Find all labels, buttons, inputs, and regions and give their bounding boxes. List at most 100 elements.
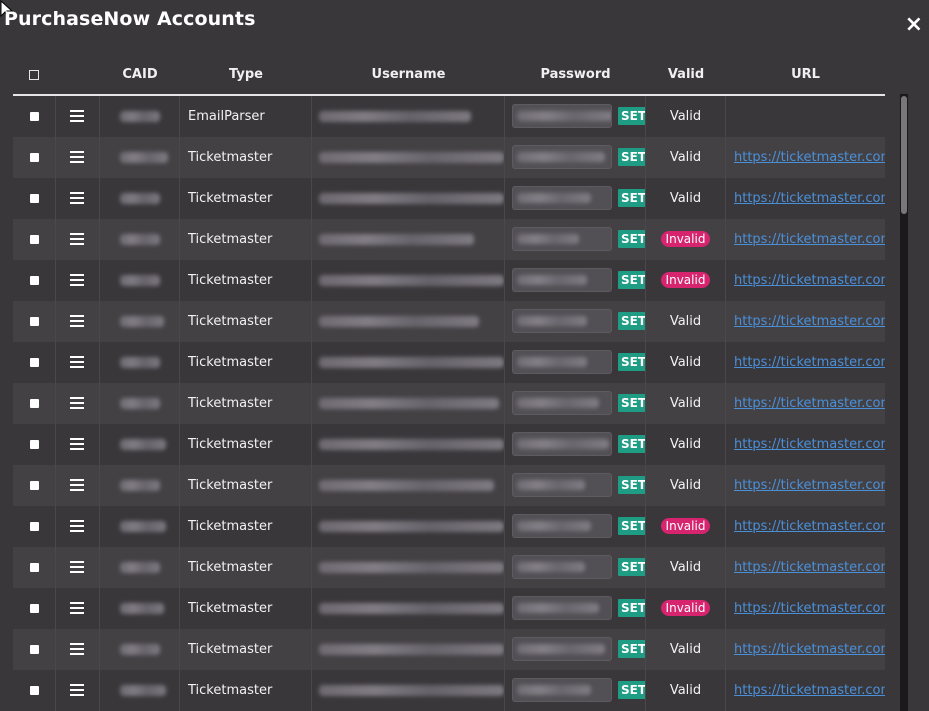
- url-link[interactable]: https://ticketmaster.com: [734, 355, 885, 370]
- password-input[interactable]: [512, 555, 612, 579]
- row-checkbox[interactable]: [30, 563, 39, 572]
- row-menu-cell[interactable]: [56, 260, 100, 301]
- hamburger-icon[interactable]: [70, 315, 84, 327]
- row-select-cell[interactable]: [13, 178, 56, 219]
- row-select-cell[interactable]: [13, 588, 56, 629]
- table-row[interactable]: Ticketmaster SET Invalid https://ticketm…: [13, 588, 885, 629]
- password-input[interactable]: [512, 514, 612, 538]
- password-input[interactable]: [512, 637, 612, 661]
- set-password-button[interactable]: SET: [618, 435, 645, 453]
- table-row[interactable]: Ticketmaster SET Valid https://ticketmas…: [13, 547, 885, 588]
- table-row[interactable]: Ticketmaster SET Valid https://ticketmas…: [13, 301, 885, 342]
- column-header-url[interactable]: URL: [726, 56, 885, 94]
- row-select-cell[interactable]: [13, 260, 56, 301]
- hamburger-icon[interactable]: [70, 684, 84, 696]
- table-row[interactable]: Ticketmaster SET Valid https://ticketmas…: [13, 342, 885, 383]
- url-link[interactable]: https://ticketmaster.com: [734, 642, 885, 657]
- row-menu-cell[interactable]: [56, 383, 100, 424]
- hamburger-icon[interactable]: [70, 643, 84, 655]
- set-password-button[interactable]: SET: [618, 394, 645, 412]
- row-checkbox[interactable]: [30, 604, 39, 613]
- url-link[interactable]: https://ticketmaster.com: [734, 478, 885, 493]
- row-select-cell[interactable]: [13, 383, 56, 424]
- table-row[interactable]: Ticketmaster SET Valid https://ticketmas…: [13, 178, 885, 219]
- column-header-type[interactable]: Type: [180, 56, 312, 94]
- table-row[interactable]: Ticketmaster SET Valid https://ticketmas…: [13, 383, 885, 424]
- password-input[interactable]: [512, 432, 612, 456]
- set-password-button[interactable]: SET: [618, 476, 645, 494]
- table-row[interactable]: Ticketmaster SET Invalid https://ticketm…: [13, 219, 885, 260]
- url-link[interactable]: https://ticketmaster.com: [734, 601, 885, 616]
- column-header-username[interactable]: Username: [312, 56, 505, 94]
- row-menu-cell[interactable]: [56, 670, 100, 711]
- hamburger-icon[interactable]: [70, 602, 84, 614]
- column-header-password[interactable]: Password: [505, 56, 646, 94]
- set-password-button[interactable]: SET: [618, 640, 645, 658]
- row-select-cell[interactable]: [13, 629, 56, 670]
- table-row[interactable]: Ticketmaster SET Invalid https://ticketm…: [13, 506, 885, 547]
- table-row[interactable]: Ticketmaster SET Valid https://ticketmas…: [13, 465, 885, 506]
- scrollbar-thumb[interactable]: [901, 96, 907, 214]
- close-icon[interactable]: ×: [905, 14, 923, 36]
- row-checkbox[interactable]: [30, 153, 39, 162]
- row-checkbox[interactable]: [30, 235, 39, 244]
- set-password-button[interactable]: SET: [618, 599, 645, 617]
- hamburger-icon[interactable]: [70, 561, 84, 573]
- url-link[interactable]: https://ticketmaster.com: [734, 273, 885, 288]
- hamburger-icon[interactable]: [70, 438, 84, 450]
- row-menu-cell[interactable]: [56, 629, 100, 670]
- hamburger-icon[interactable]: [70, 356, 84, 368]
- password-input[interactable]: [512, 473, 612, 497]
- row-menu-cell[interactable]: [56, 342, 100, 383]
- set-password-button[interactable]: SET: [618, 271, 645, 289]
- row-menu-cell[interactable]: [56, 424, 100, 465]
- password-input[interactable]: [512, 350, 612, 374]
- hamburger-icon[interactable]: [70, 233, 84, 245]
- column-header-caid[interactable]: CAID: [100, 56, 180, 94]
- password-input[interactable]: [512, 227, 612, 251]
- hamburger-icon[interactable]: [70, 479, 84, 491]
- hamburger-icon[interactable]: [70, 151, 84, 163]
- row-select-cell[interactable]: [13, 301, 56, 342]
- set-password-button[interactable]: SET: [618, 230, 645, 248]
- row-checkbox[interactable]: [30, 481, 39, 490]
- row-menu-cell[interactable]: [56, 219, 100, 260]
- row-menu-cell[interactable]: [56, 96, 100, 137]
- row-select-cell[interactable]: [13, 424, 56, 465]
- set-password-button[interactable]: SET: [618, 189, 645, 207]
- url-link[interactable]: https://ticketmaster.com: [734, 150, 885, 165]
- set-password-button[interactable]: SET: [618, 312, 645, 330]
- url-link[interactable]: https://ticketmaster.com: [734, 683, 885, 698]
- row-checkbox[interactable]: [30, 440, 39, 449]
- row-select-cell[interactable]: [13, 219, 56, 260]
- row-select-cell[interactable]: [13, 547, 56, 588]
- url-link[interactable]: https://ticketmaster.com: [734, 232, 885, 247]
- password-input[interactable]: [512, 145, 612, 169]
- select-all-cell[interactable]: [13, 56, 56, 94]
- password-input[interactable]: [512, 309, 612, 333]
- hamburger-icon[interactable]: [70, 520, 84, 532]
- row-checkbox[interactable]: [30, 645, 39, 654]
- row-checkbox[interactable]: [30, 399, 39, 408]
- row-menu-cell[interactable]: [56, 588, 100, 629]
- row-menu-cell[interactable]: [56, 178, 100, 219]
- url-link[interactable]: https://ticketmaster.com: [734, 519, 885, 534]
- row-menu-cell[interactable]: [56, 506, 100, 547]
- set-password-button[interactable]: SET: [618, 681, 645, 699]
- hamburger-icon[interactable]: [70, 110, 84, 122]
- url-link[interactable]: https://ticketmaster.com: [734, 396, 885, 411]
- url-link[interactable]: https://ticketmaster.com: [734, 560, 885, 575]
- row-checkbox[interactable]: [30, 112, 39, 121]
- row-menu-cell[interactable]: [56, 301, 100, 342]
- row-select-cell[interactable]: [13, 670, 56, 711]
- select-all-checkbox[interactable]: [29, 70, 39, 80]
- row-checkbox[interactable]: [30, 522, 39, 531]
- hamburger-icon[interactable]: [70, 274, 84, 286]
- table-row[interactable]: Ticketmaster SET Valid https://ticketmas…: [13, 137, 885, 178]
- row-select-cell[interactable]: [13, 506, 56, 547]
- vertical-scrollbar[interactable]: [900, 94, 908, 711]
- password-input[interactable]: [512, 391, 612, 415]
- row-menu-cell[interactable]: [56, 465, 100, 506]
- row-checkbox[interactable]: [30, 317, 39, 326]
- row-checkbox[interactable]: [30, 686, 39, 695]
